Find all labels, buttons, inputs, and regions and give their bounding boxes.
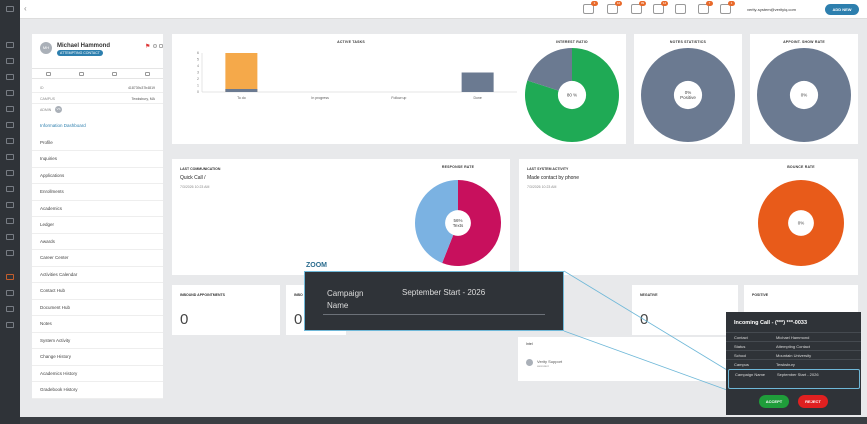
call-value: Mountain University xyxy=(776,353,812,358)
zoom-label: ZOOM xyxy=(306,262,327,269)
call-value: Attempting Contact xyxy=(776,344,811,349)
call-row: School Mountain University xyxy=(726,350,861,359)
call-key: Status xyxy=(734,344,746,349)
call-row: Status Attempting Contact xyxy=(726,341,861,350)
call-row: Contact Michael Hammond xyxy=(726,332,861,341)
call-key: Campus xyxy=(734,362,749,367)
call-value: Tewksbury xyxy=(776,362,795,367)
call-value: Michael Hammond xyxy=(776,335,810,340)
zoom-key: Campaign Name xyxy=(327,289,364,310)
accept-button[interactable]: ACCEPT xyxy=(759,395,789,408)
call-key: School xyxy=(734,353,747,358)
reject-button[interactable]: REJECT xyxy=(798,395,828,408)
screen: ‹ 3 16 99 12 7 1 verity-system@verityiq.… xyxy=(0,0,867,424)
campaign-key: Campaign Name xyxy=(735,372,766,377)
incoming-call-popup: Incoming Call - (***) ***-0033 Contact Mi… xyxy=(726,312,861,415)
zoom-line-bottom xyxy=(563,330,728,391)
incoming-call-title: Incoming Call - (***) ***-0033 xyxy=(734,320,808,326)
campaign-value: September Start - 2026 xyxy=(777,372,819,377)
zoom-line-top xyxy=(563,270,728,371)
zoom-callout: Campaign Name September Start - 2026 xyxy=(304,271,564,331)
campaign-highlight: Campaign Name September Start - 2026 xyxy=(728,369,860,389)
zoom-divider xyxy=(323,314,545,315)
call-key: Contact xyxy=(734,335,748,340)
call-row: Campus Tewksbury xyxy=(726,359,861,368)
zoom-value: September Start - 2026 xyxy=(402,288,486,297)
